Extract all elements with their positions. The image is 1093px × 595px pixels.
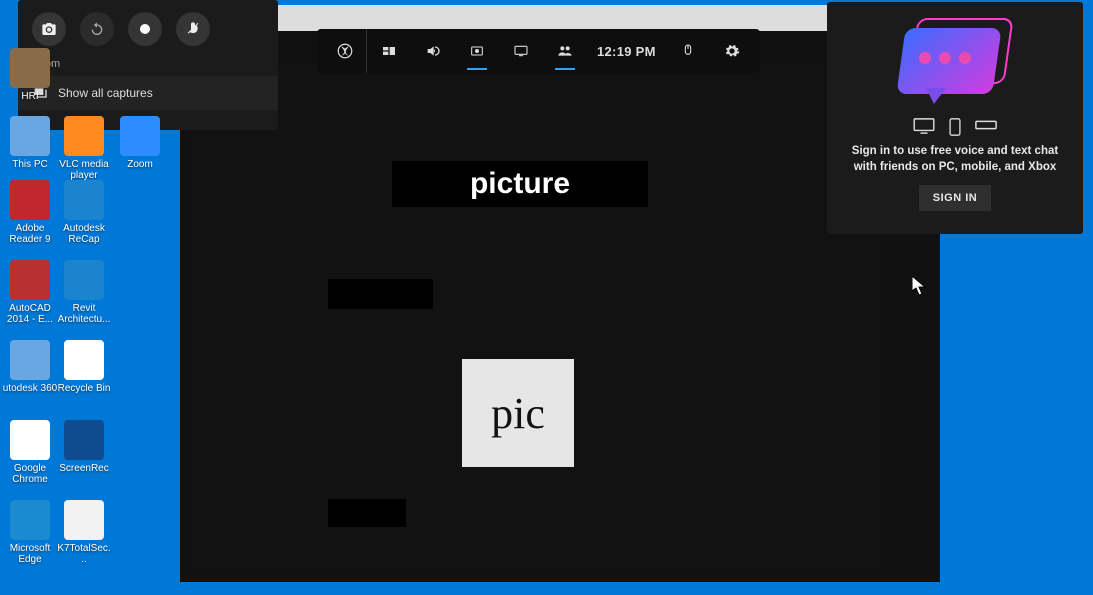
desktop-icon[interactable]: Google Chrome [2, 420, 58, 485]
app-window: ─ ☐ picture pic [180, 5, 940, 582]
picture-banner: picture [392, 161, 648, 207]
gear-icon [724, 43, 740, 59]
performance-icon [513, 43, 529, 59]
shared-content-tile: pic [462, 359, 574, 467]
social-text: Sign in to use free voice and text chat … [837, 144, 1073, 185]
desktop-icon[interactable]: Revit Architectu... [56, 260, 112, 325]
desktop-icon-label: Revit Architectu... [56, 303, 112, 325]
desktop-icon[interactable]: Recycle Bin [56, 340, 112, 394]
desktop-icon-label: ScreenRec [56, 463, 112, 474]
desktop-icon-label: Recycle Bin [56, 383, 112, 394]
mouse-cursor [912, 276, 926, 296]
desktop-icon-label: K7TotalSec... [56, 543, 112, 565]
desktop-icon-label: Microsoft Edge [2, 543, 58, 565]
desktop-icon[interactable]: utodesk 360 [2, 340, 58, 394]
desktop-icon[interactable]: This PC [2, 116, 58, 170]
desktop-icon-label: HRI [2, 91, 58, 102]
console-icon [975, 118, 997, 132]
content-region [190, 66, 885, 566]
capture-button[interactable] [455, 29, 499, 73]
widgets-icon [381, 43, 397, 59]
pc-icon [913, 118, 935, 134]
desktop-icon[interactable]: Autodesk ReCap [56, 180, 112, 245]
click-indicator[interactable] [666, 29, 710, 73]
xbox-social-panel: Sign in to use free voice and text chat … [827, 2, 1083, 234]
show-all-captures-label: Show all captures [58, 86, 153, 100]
desktop-icon-label: This PC [2, 159, 58, 170]
gamebar-toolbar: 12:19 PM [317, 29, 760, 73]
app-body: picture pic [180, 31, 940, 582]
rewind-icon [89, 21, 105, 37]
desktop-icon[interactable]: VLC media player [56, 116, 112, 181]
xbox-icon [336, 42, 354, 60]
desktop-icon-label: Zoom [112, 159, 168, 170]
desktop: ─ ☐ picture pic [0, 0, 1093, 595]
mouse-icon [680, 43, 696, 59]
volume-icon [425, 43, 441, 59]
record-icon [140, 24, 150, 34]
participant-tile-1 [328, 279, 433, 309]
people-icon [557, 43, 573, 59]
desktop-icon-label: Google Chrome [2, 463, 58, 485]
desktop-icon[interactable]: K7TotalSec... [56, 500, 112, 565]
desktop-icon[interactable]: Zoom [112, 116, 168, 170]
record-last-30s-button[interactable] [80, 12, 114, 46]
screenshot-button[interactable] [32, 12, 66, 46]
mobile-icon [949, 118, 961, 136]
device-icons [837, 118, 1073, 136]
xbox-social-button[interactable] [543, 29, 587, 73]
desktop-icon[interactable]: Adobe Reader 9 [2, 180, 58, 245]
desktop-icon[interactable]: Microsoft Edge [2, 500, 58, 565]
titlebar: ─ ☐ [180, 5, 940, 31]
desktop-icon[interactable]: HRI [2, 48, 58, 102]
desktop-icon-label: Autodesk ReCap [56, 223, 112, 245]
desktop-icon-label: VLC media player [56, 159, 112, 181]
chat-illustration [895, 18, 1015, 108]
start-recording-button[interactable] [128, 12, 162, 46]
desktop-icon-label: utodesk 360 [2, 383, 58, 394]
gamebar-time: 12:19 PM [587, 44, 666, 59]
settings-button[interactable] [710, 29, 754, 73]
capture-icon [469, 43, 485, 59]
desktop-icon-label: AutoCAD 2014 - E... [2, 303, 58, 325]
mic-toggle-button[interactable] [176, 12, 210, 46]
xbox-button[interactable] [323, 29, 367, 73]
mic-off-icon [185, 21, 201, 37]
desktop-icon[interactable]: ScreenRec [56, 420, 112, 474]
participant-tile-2 [328, 499, 406, 527]
sign-in-button[interactable]: SIGN IN [919, 185, 991, 211]
camera-icon [41, 21, 57, 37]
performance-button[interactable] [499, 29, 543, 73]
widgets-button[interactable] [367, 29, 411, 73]
desktop-icon-label: Adobe Reader 9 [2, 223, 58, 245]
audio-button[interactable] [411, 29, 455, 73]
desktop-icon[interactable]: AutoCAD 2014 - E... [2, 260, 58, 325]
